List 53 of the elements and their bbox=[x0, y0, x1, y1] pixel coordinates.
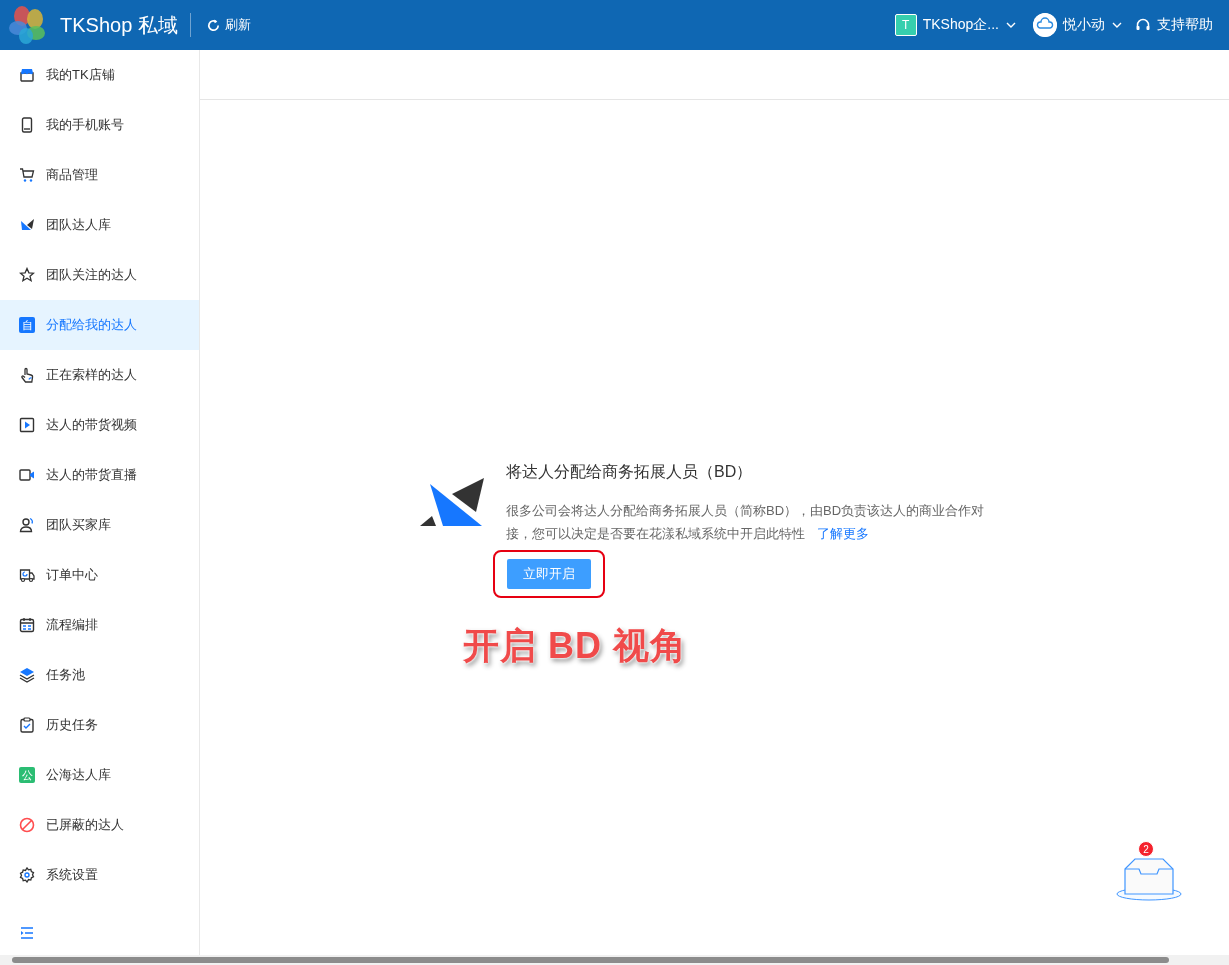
headset-icon bbox=[1135, 17, 1151, 33]
video-camera-icon bbox=[19, 467, 35, 483]
badge-icon: 自 bbox=[19, 317, 35, 333]
feature-description: 很多公司会将达人分配给商务拓展人员（简称BD），由BD负责该达人的商业合作对接，您可以决定是否要在花漾私域系统中开启此特性 了解更多 bbox=[506, 502, 986, 543]
user-icon bbox=[19, 517, 35, 533]
play-icon bbox=[19, 417, 35, 433]
sidebar-item[interactable]: 达人的带货直播 bbox=[0, 450, 199, 500]
team-switcher[interactable]: T TKShop企... bbox=[894, 14, 1017, 36]
triangles-icon bbox=[19, 217, 35, 233]
settings-icon bbox=[19, 867, 35, 883]
sidebar-item[interactable]: 公 公海达人库 bbox=[0, 750, 199, 800]
refresh-button[interactable]: 刷新 bbox=[206, 16, 251, 34]
store-icon bbox=[19, 67, 35, 83]
sidebar-item[interactable]: 自 分配给我的达人 bbox=[0, 300, 199, 350]
sidebar-item[interactable]: 我的TK店铺 bbox=[0, 50, 199, 100]
sidebar-item[interactable]: 达人的带货视频 bbox=[0, 400, 199, 450]
notification-badge: 2 bbox=[1138, 841, 1154, 857]
menu-collapse-icon[interactable] bbox=[19, 925, 35, 941]
sidebar-item[interactable]: 已屏蔽的达人 bbox=[0, 800, 199, 850]
team-initial-badge: T bbox=[894, 14, 917, 36]
star-icon bbox=[19, 267, 35, 283]
sidebar-item[interactable]: 系统设置 bbox=[0, 850, 199, 900]
user-menu[interactable]: 悦小动 bbox=[1033, 13, 1123, 37]
horizontal-scrollbar[interactable] bbox=[0, 955, 1229, 965]
sidebar-item[interactable]: 正在索样的达人 bbox=[0, 350, 199, 400]
sidebar-item[interactable]: 我的手机账号 bbox=[0, 100, 199, 150]
sidebar-item[interactable]: 流程编排 bbox=[0, 600, 199, 650]
truck-icon bbox=[19, 567, 35, 583]
badge-icon: 公 bbox=[19, 767, 35, 783]
sidebar-item[interactable]: 任务池 bbox=[0, 650, 199, 700]
sidebar-item[interactable]: 历史任务 bbox=[0, 700, 199, 750]
sidebar-item[interactable]: 团队买家库 bbox=[0, 500, 199, 550]
prohibited-icon bbox=[19, 817, 35, 833]
triangles-logo-icon bbox=[420, 478, 484, 526]
calendar-icon bbox=[19, 617, 35, 633]
phone-icon bbox=[19, 117, 35, 133]
cloud-avatar-icon bbox=[1033, 13, 1057, 37]
sidebar-item[interactable]: 团队达人库 bbox=[0, 200, 199, 250]
clipboard-icon bbox=[19, 717, 35, 733]
sidebar-item[interactable]: 订单中心 bbox=[0, 550, 199, 600]
pointer-hand-icon bbox=[19, 367, 35, 383]
learn-more-link[interactable]: 了解更多 bbox=[817, 526, 869, 541]
app-title: TKShop 私域 bbox=[60, 12, 179, 38]
cart-icon bbox=[19, 167, 35, 183]
help-button[interactable]: 支持帮助 bbox=[1135, 16, 1213, 34]
inbox-widget[interactable]: 2 bbox=[1115, 841, 1183, 903]
sidebar-item[interactable]: 商品管理 bbox=[0, 150, 199, 200]
sidebar-item[interactable]: 团队关注的达人 bbox=[0, 250, 199, 300]
feature-title: 将达人分配给商务拓展人员（BD） bbox=[506, 462, 754, 482]
flower-logo-icon bbox=[8, 5, 48, 45]
layers-icon bbox=[19, 667, 35, 683]
refresh-icon bbox=[206, 17, 221, 33]
annotation-text: 开启 BD 视角 bbox=[463, 624, 688, 668]
